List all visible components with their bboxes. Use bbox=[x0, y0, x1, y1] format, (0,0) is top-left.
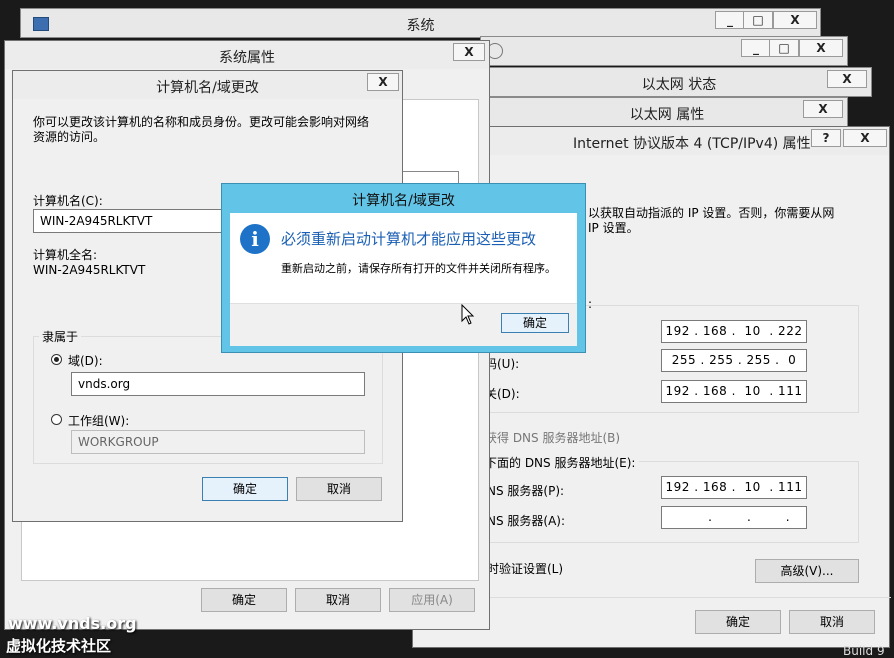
computer-name-input[interactable]: WIN-2A945RLKTVT bbox=[33, 209, 233, 233]
dns-manual-radio-label[interactable]: 下面的 DNS 服务器地址(E): bbox=[485, 454, 640, 471]
watermark-community: 虚拟化技术社区 bbox=[6, 637, 112, 655]
build-label: Build 9 bbox=[843, 644, 885, 658]
ethernet-props-close-button[interactable]: X bbox=[803, 100, 843, 118]
background-window: _ □ X bbox=[480, 36, 848, 66]
domain-radio[interactable] bbox=[51, 354, 62, 365]
system-props-ok-button[interactable]: 确定 bbox=[201, 588, 287, 612]
workgroup-radio[interactable] bbox=[51, 414, 62, 425]
alternate-dns-label: NS 服务器(A): bbox=[487, 514, 566, 528]
ipv4-title: Internet 协议版本 4 (TCP/IPv4) 属性 bbox=[573, 136, 811, 152]
preferred-dns-label: NS 服务器(P): bbox=[487, 484, 565, 498]
computer-name-close-button[interactable]: X bbox=[367, 73, 399, 91]
workgroup-label[interactable]: 工作组(W): bbox=[68, 412, 129, 429]
computer-name-title: 计算机名/域更改 bbox=[156, 80, 259, 96]
ethernet-props-window: 以太网 属性 X bbox=[486, 97, 848, 127]
ipv4-desc-line2: IP 设置。 bbox=[588, 221, 639, 235]
dns-group bbox=[481, 461, 859, 543]
subnet-mask-label: 码(U): bbox=[485, 357, 520, 371]
dns-auto-radio-label[interactable]: 获得 DNS 服务器地址(B) bbox=[485, 429, 620, 446]
restart-message: 重新启动之前，请保存所有打开的文件并关闭所有程序。 bbox=[281, 262, 556, 275]
bg-close-button[interactable]: X bbox=[799, 39, 843, 57]
ethernet-status-close-button[interactable]: X bbox=[827, 70, 867, 88]
ip-address-field[interactable]: 192 . 168 . 10 . 222 bbox=[661, 320, 807, 343]
advanced-button[interactable]: 高级(V)... bbox=[755, 559, 859, 583]
ethernet-status-title: 以太网 状态 bbox=[641, 77, 717, 93]
subnet-mask-field[interactable]: 255 . 255 . 255 . 0 bbox=[661, 349, 807, 372]
computer-name-ok-button[interactable]: 确定 bbox=[202, 477, 288, 501]
ethernet-status-window: 以太网 状态 X bbox=[486, 67, 872, 97]
system-props-apply-button[interactable]: 应用(A) bbox=[389, 588, 475, 612]
computer-name-label: 计算机名(C): bbox=[33, 194, 103, 208]
mouse-cursor-icon bbox=[461, 304, 475, 325]
restart-dialog: 计算机名/域更改 i 必须重新启动计算机才能应用这些更改 重新启动之前，请保存所… bbox=[221, 183, 586, 353]
bg-minimize-button[interactable]: _ bbox=[741, 39, 771, 57]
restart-ok-button[interactable]: 确定 bbox=[501, 313, 569, 333]
system-window: 系统 _ □ X bbox=[20, 8, 821, 38]
system-close-button[interactable]: X bbox=[773, 11, 817, 29]
bg-maximize-button[interactable]: □ bbox=[769, 39, 799, 57]
domain-label[interactable]: 域(D): bbox=[68, 352, 103, 369]
full-name-value: WIN-2A945RLKTVT bbox=[33, 263, 146, 277]
gateway-field[interactable]: 192 . 168 . 10 . 111 bbox=[661, 380, 807, 403]
system-props-close-button[interactable]: X bbox=[453, 43, 485, 61]
restart-dialog-title: 计算机名/域更改 bbox=[352, 193, 455, 209]
system-window-title: 系统 bbox=[406, 18, 435, 34]
preferred-dns-field[interactable]: 192 . 168 . 10 . 111 bbox=[661, 476, 807, 499]
ipv4-help-button[interactable]: ? bbox=[811, 129, 841, 147]
gateway-label: 关(D): bbox=[485, 387, 520, 401]
computer-name-cancel-button[interactable]: 取消 bbox=[296, 477, 382, 501]
ipv4-ok-button[interactable]: 确定 bbox=[695, 610, 781, 634]
system-maximize-button[interactable]: □ bbox=[743, 11, 773, 29]
watermark-site: www.vnds.org bbox=[8, 614, 137, 633]
member-of-label: 隶属于 bbox=[39, 328, 82, 345]
ipv4-cancel-button[interactable]: 取消 bbox=[789, 610, 875, 634]
system-props-cancel-button[interactable]: 取消 bbox=[295, 588, 381, 612]
computer-name-description: 你可以更改该计算机的名称和成员身份。更改可能会影响对网络资源的访问。 bbox=[33, 115, 370, 144]
ipv4-close-button[interactable]: X bbox=[843, 129, 887, 147]
system-minimize-button[interactable]: _ bbox=[715, 11, 745, 29]
ethernet-props-title: 以太网 属性 bbox=[629, 107, 705, 123]
full-name-label: 计算机全名: bbox=[33, 248, 98, 262]
domain-input[interactable]: vnds.org bbox=[71, 372, 365, 396]
restart-heading: 必须重新启动计算机才能应用这些更改 bbox=[281, 230, 537, 248]
system-props-title: 系统属性 bbox=[219, 50, 275, 66]
validate-on-exit-label[interactable]: 时验证设置(L) bbox=[487, 560, 563, 577]
workgroup-input[interactable]: WORKGROUP bbox=[71, 430, 365, 454]
info-icon: i bbox=[240, 224, 270, 254]
alternate-dns-field[interactable]: . . . bbox=[661, 506, 807, 529]
restart-dialog-body: i 必须重新启动计算机才能应用这些更改 重新启动之前，请保存所有打开的文件并关闭… bbox=[230, 213, 577, 346]
